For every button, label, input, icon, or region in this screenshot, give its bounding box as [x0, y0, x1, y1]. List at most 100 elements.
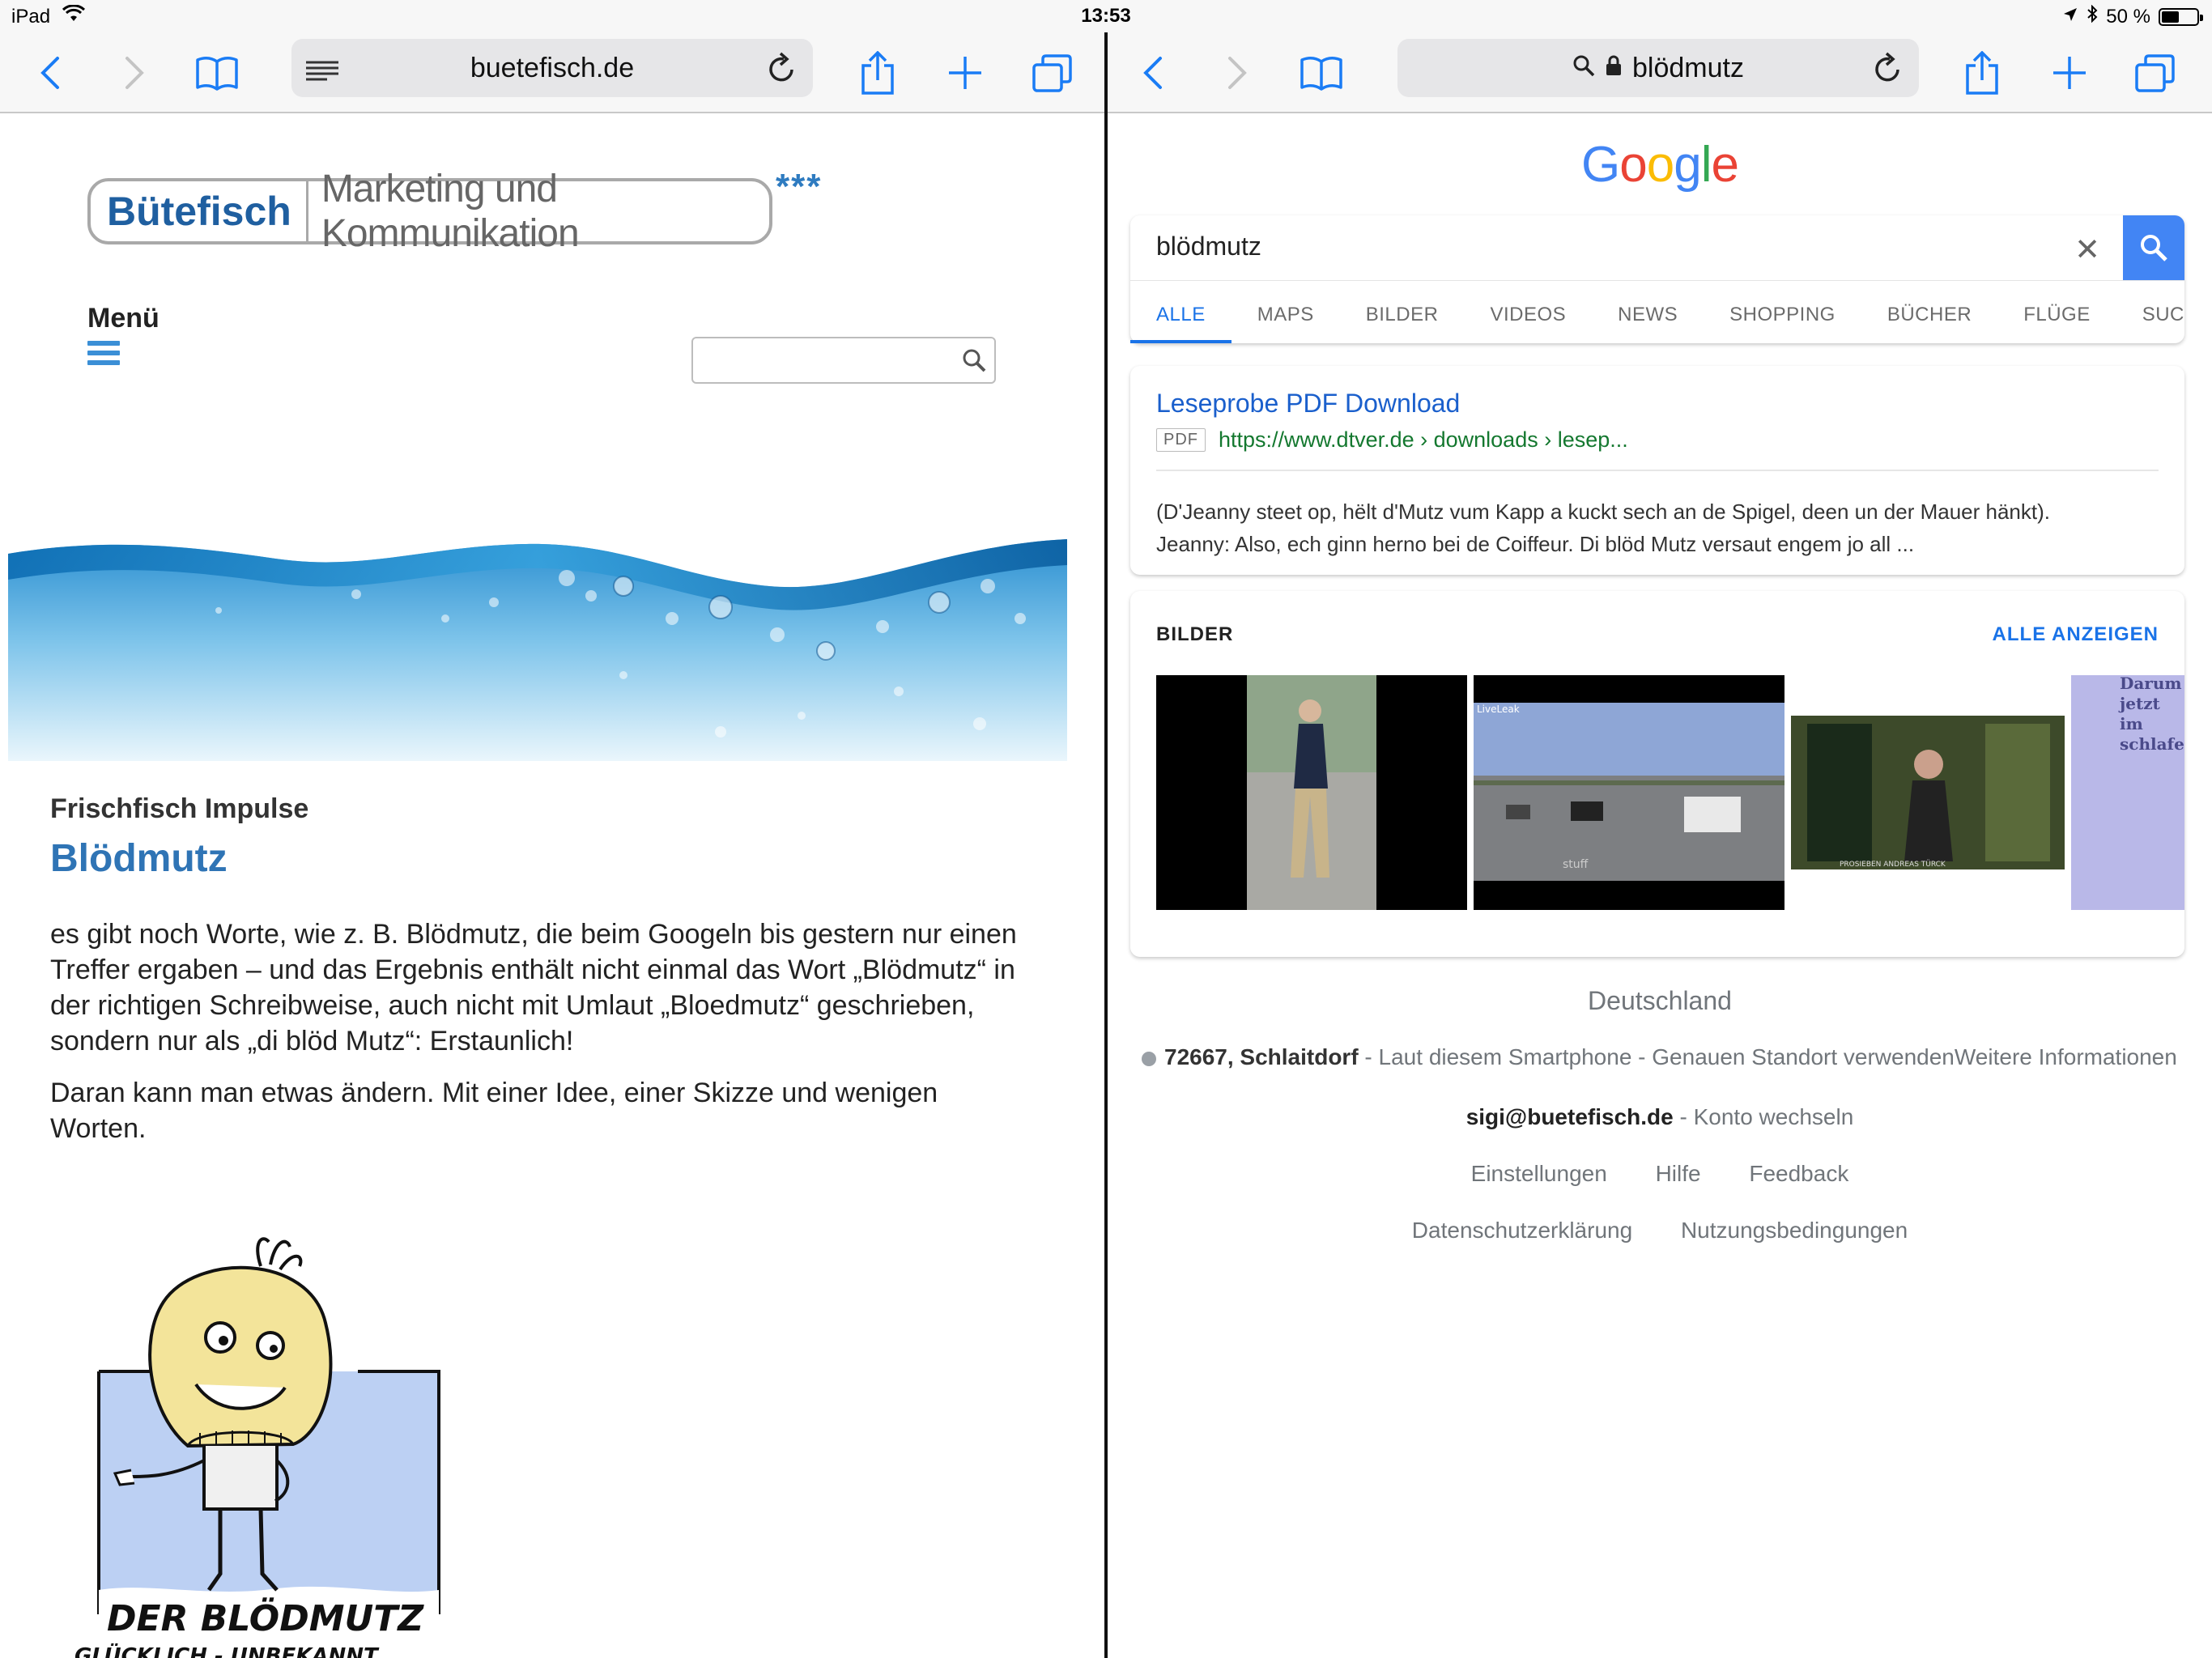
left-toolbar: buetefisch.de	[0, 32, 1104, 113]
site-search-input[interactable]	[691, 337, 996, 384]
bookmarks-button[interactable]	[194, 50, 240, 96]
logo-tagline: Marketing und Kommunikation	[321, 168, 580, 255]
search-query-input[interactable]: blödmutz	[1156, 232, 1261, 261]
address-bar[interactable]: blödmutz	[1397, 39, 1919, 97]
clear-icon[interactable]: ✕	[2074, 232, 2100, 268]
location-place: 72667, Schlaitdorf	[1164, 1044, 1359, 1069]
right-toolbar: blödmutz	[1108, 32, 2212, 113]
status-bar: iPad 13:53 50 %	[0, 0, 2212, 32]
back-button[interactable]	[28, 50, 73, 96]
result-title-link[interactable]: Leseprobe PDF Download	[1156, 389, 1460, 419]
settings-link[interactable]: Einstellungen	[1471, 1161, 1607, 1186]
back-button[interactable]	[1130, 50, 1176, 96]
article-paragraph-1: es gibt noch Worte, wie z. B. Blödmutz, …	[50, 919, 1017, 1056]
google-results-page: Google blödmutz ✕ ALLE MAPS BILDER VIDEOS NE…	[1108, 115, 2212, 1658]
tabs-overview-button[interactable]	[1030, 50, 1075, 96]
menu-label: Menü	[87, 303, 160, 334]
image-results-card: BILDER ALLE ANZEIGEN LiveLeak stuff PROS…	[1130, 591, 2184, 957]
forward-button[interactable]	[112, 50, 157, 96]
image-thumbnail[interactable]: PROSIEBEN ANDREAS TÜRCK	[1791, 675, 2065, 910]
new-tab-button[interactable]	[942, 50, 988, 96]
clock: 13:53	[1081, 5, 1131, 27]
terms-link[interactable]: Nutzungsbedingungen	[1681, 1218, 1908, 1243]
share-button[interactable]	[1959, 50, 2005, 96]
google-search-button[interactable]	[2123, 215, 2184, 280]
share-button[interactable]	[855, 50, 900, 96]
google-logo[interactable]: Google	[1108, 136, 2212, 193]
tab-alle[interactable]: ALLE	[1130, 281, 1231, 343]
logo-brand: Bütefisch	[91, 181, 308, 241]
location-arrow-icon	[2062, 6, 2078, 28]
footer-links: Einstellungen Hilfe Feedback	[1108, 1161, 2212, 1187]
article-headline: Blödmutz	[50, 837, 228, 880]
search-tabs: ALLE MAPS BILDER VIDEOS NEWS SHOPPING BÜCHER FL…	[1130, 280, 2184, 343]
privacy-link[interactable]: Datenschutzerklärung	[1412, 1218, 1632, 1243]
account-email: sigi@buetefisch.de	[1465, 1104, 1674, 1129]
pdf-badge: PDF	[1156, 428, 1206, 452]
result-snippet: (D'Jeanny steet op, hëlt d'Mutz vum Kapp…	[1156, 495, 2159, 560]
url-text: blödmutz	[1632, 52, 1744, 83]
image-thumbnail[interactable]: Darum jetzt im schlafe	[2071, 675, 2184, 910]
search-icon[interactable]	[962, 348, 986, 376]
footer-country: Deutschland	[1588, 986, 1732, 1015]
account-line: sigi@buetefisch.de - Konto wechseln	[1108, 1104, 2212, 1130]
bluetooth-icon	[2087, 4, 2098, 28]
help-link[interactable]: Hilfe	[1656, 1161, 1701, 1186]
tab-news[interactable]: NEWS	[1592, 281, 1704, 343]
svg-text:DER BLÖDMUTZ: DER BLÖDMUTZ	[107, 1596, 424, 1639]
footer-legal-links: Datenschutzerklärung Nutzungsbedingungen	[1108, 1218, 2212, 1244]
tab-videos[interactable]: VIDEOS	[1464, 281, 1592, 343]
battery-icon	[2159, 7, 2203, 26]
article: Frischfisch Impulse Blödmutz es gibt noc…	[50, 793, 1022, 1146]
tab-bilder[interactable]: BILDER	[1340, 281, 1465, 343]
hamburger-icon	[87, 341, 120, 365]
address-bar[interactable]: buetefisch.de	[291, 39, 813, 97]
location-info-link[interactable]: - Laut diesem Smartphone - Genauen Stand…	[1359, 1044, 2176, 1069]
logo-stars: ***	[776, 167, 823, 206]
website-content: Bütefisch Marketing und Kommunikation **…	[0, 115, 1104, 1658]
thumbnail-caption: PROSIEBEN ANDREAS TÜRCK	[1840, 860, 1946, 869]
show-all-images-link[interactable]: ALLE ANZEIGEN	[1993, 623, 2159, 646]
water-wave-banner	[8, 539, 1067, 761]
google-footer: Deutschland	[1108, 986, 2212, 1016]
thumbnail-caption: LiveLeak	[1477, 704, 1520, 715]
bookmarks-button[interactable]	[1299, 50, 1344, 96]
snippet-line: (D'Jeanny steet op, hëlt d'Mutz vum Kapp…	[1156, 500, 2050, 524]
result-url[interactable]: https://www.dtver.de › downloads › lesep…	[1219, 427, 1628, 453]
reader-view-icon[interactable]	[306, 57, 338, 81]
tab-flüge[interactable]: FLÜGE	[1997, 281, 2116, 343]
tab-bücher[interactable]: BÜCHER	[1861, 281, 1997, 343]
google-search-box: blödmutz ✕ ALLE MAPS BILDER VIDEOS NEWS SHOPP…	[1130, 215, 2184, 343]
site-menu-button[interactable]: Menü	[87, 303, 160, 370]
location-line: 72667, Schlaitdorf - Laut diesem Smartph…	[1142, 1044, 2177, 1070]
site-logo[interactable]: Bütefisch Marketing und Kommunikation	[87, 168, 772, 255]
switch-account-link[interactable]: - Konto wechseln	[1674, 1104, 1853, 1129]
tabs-overview-button[interactable]	[2133, 50, 2178, 96]
feedback-link[interactable]: Feedback	[1749, 1161, 1848, 1186]
thumbnail-caption: Darum jetzt im schlafe	[2120, 675, 2184, 754]
left-browser-pane: buetefisch.de Bütefisch Marketing und Ko…	[0, 32, 1104, 1658]
reload-icon[interactable]	[768, 52, 800, 84]
right-browser-pane: blödmutz Google blödmutz ✕ ALLE MAPS BILDE…	[1108, 32, 2212, 1658]
snippet-line: Jeanny: Also, ech ginn herno bei de Coif…	[1156, 532, 1915, 556]
search-result: Leseprobe PDF Download PDF https://www.d…	[1130, 366, 2184, 575]
battery-percent: 50 %	[2106, 5, 2150, 28]
location-dot-icon	[1142, 1051, 1156, 1066]
bloedmutz-sketch-image: DER BLÖDMUTZ GLÜCKLICH - UNBEKANNT	[74, 1237, 440, 1658]
lock-icon	[1605, 53, 1623, 84]
thumbnail-caption: stuff	[1563, 858, 1589, 871]
image-thumbnail[interactable]: LiveLeak stuff	[1474, 675, 1784, 910]
article-kicker: Frischfisch Impulse	[50, 793, 309, 824]
new-tab-button[interactable]	[2047, 50, 2092, 96]
reload-icon[interactable]	[1874, 52, 1906, 84]
svg-text:GLÜCKLICH - UNBEKANNT: GLÜCKLICH - UNBEKANNT	[74, 1642, 380, 1658]
images-header: BILDER	[1156, 623, 1234, 645]
url-text: buetefisch.de	[470, 52, 635, 83]
search-icon	[1572, 53, 1595, 84]
forward-button[interactable]	[1214, 50, 1260, 96]
tab-such[interactable]: SUCH	[2116, 281, 2184, 343]
image-thumbnail[interactable]	[1156, 675, 1467, 910]
result-divider	[1156, 470, 2159, 471]
tab-shopping[interactable]: SHOPPING	[1704, 281, 1861, 343]
tab-maps[interactable]: MAPS	[1231, 281, 1340, 343]
